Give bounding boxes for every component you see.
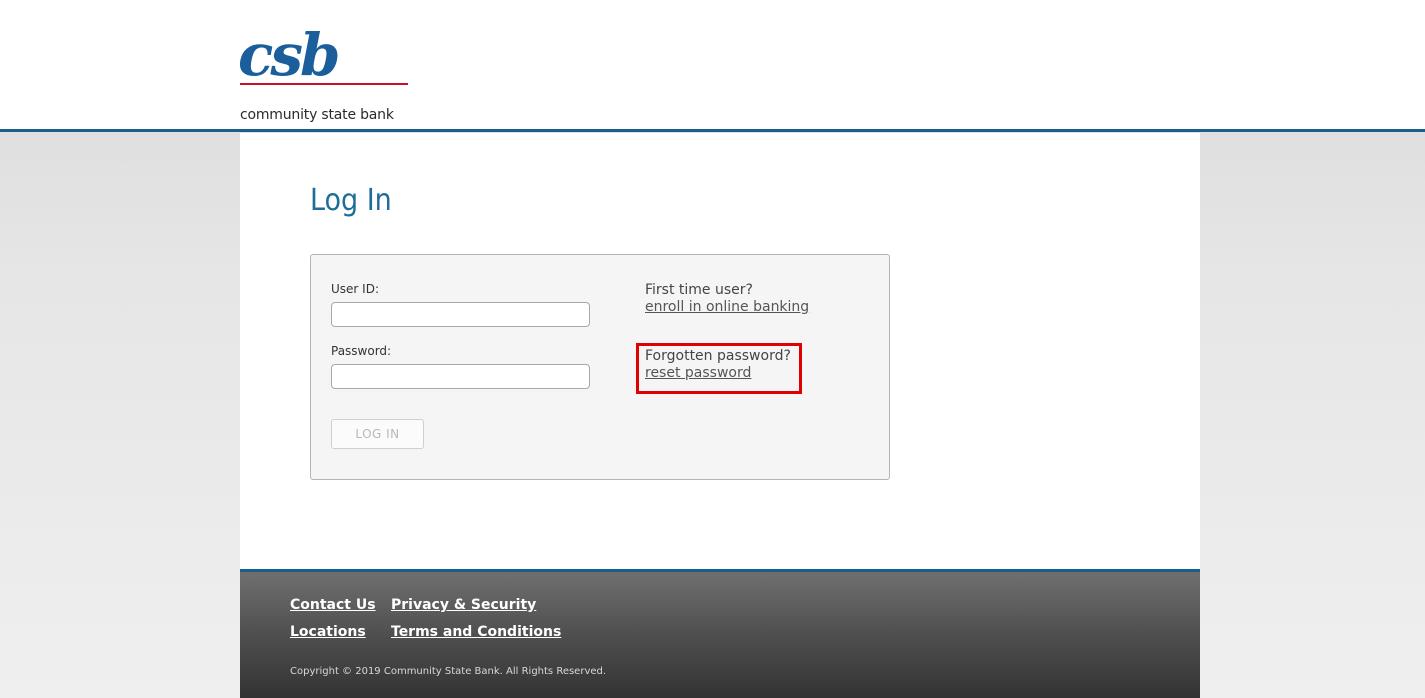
copyright-text: Copyright © 2019 Community State Bank. A…	[290, 666, 607, 677]
user-id-label: User ID:	[331, 282, 379, 296]
login-panel: Log In User ID: Password: LOG IN First t…	[240, 133, 1200, 569]
page-title: Log In	[310, 183, 392, 218]
login-form: User ID: Password: LOG IN First time use…	[310, 254, 890, 480]
site-header: csb community state bank	[0, 0, 1425, 132]
footer-link-locations[interactable]: Locations	[290, 624, 366, 640]
enroll-link[interactable]: enroll in online banking	[645, 299, 809, 315]
footer-link-privacy-security[interactable]: Privacy & Security	[391, 597, 536, 613]
site-footer: Contact Us Privacy & Security Locations …	[240, 569, 1200, 698]
first-time-user-heading: First time user?	[645, 282, 753, 298]
password-input[interactable]	[331, 364, 590, 389]
user-id-input[interactable]	[331, 302, 590, 327]
first-time-user-block: First time user? enroll in online bankin…	[645, 282, 809, 315]
logo-mark: csb	[238, 21, 341, 89]
bank-logo[interactable]: csb community state bank	[238, 20, 410, 123]
highlight-box	[636, 343, 802, 394]
footer-link-contact-us[interactable]: Contact Us	[290, 597, 376, 613]
logo-text: community state bank	[240, 107, 394, 123]
logo-underline	[240, 83, 408, 85]
password-label: Password:	[331, 344, 392, 358]
log-in-button[interactable]: LOG IN	[331, 419, 424, 449]
footer-link-terms[interactable]: Terms and Conditions	[391, 624, 561, 640]
